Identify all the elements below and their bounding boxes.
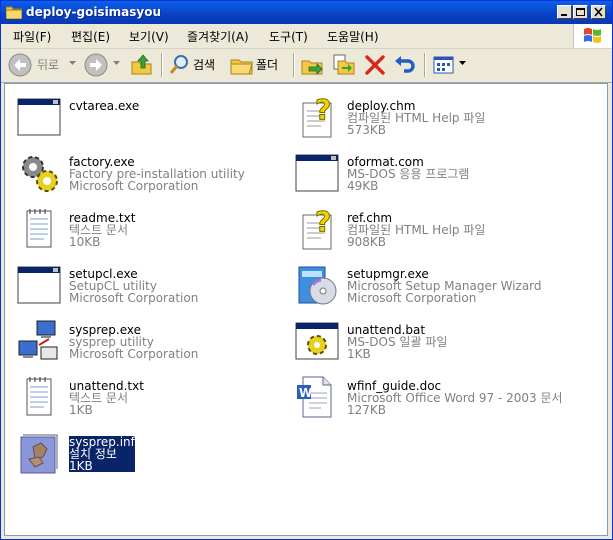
menu-view[interactable]: 보기(V) [129,28,169,45]
notepad-icon [26,209,52,248]
menu-file[interactable]: 파일(F) [13,28,51,45]
windows-logo [573,24,612,48]
file-item-selected[interactable]: sysprep.inf 설치 정보 1KB [9,426,279,480]
title-bar[interactable]: deploy-goisimasyou [1,1,612,24]
svg-text:W: W [299,386,312,400]
svg-text:?: ? [315,205,331,238]
file-size: 10KB [69,235,101,249]
file-item[interactable]: W wfinf_guide.doc Microsoft Office Word … [287,370,563,424]
setup-cd-icon [298,266,337,305]
file-size: 49KB [347,179,379,193]
menu-help[interactable]: 도움말(H) [327,28,379,45]
window-title: deploy-goisimasyou [26,5,162,19]
notepad-icon [26,377,52,416]
file-item[interactable]: unattend.txt 텍스트 문서 1KB [9,370,279,424]
exe-window-icon [17,98,61,136]
network-computers-icon [18,320,58,360]
file-size: 1KB [69,403,93,417]
file-company: Microsoft Corporation [69,179,199,193]
file-item[interactable]: ? deploy.chm 컴파일된 HTML Help 파일 573KB [287,90,557,144]
folders-button-label[interactable]: 폴더 [256,56,278,73]
windows-flag-icon [584,28,601,43]
file-size: 1KB [69,459,93,473]
back-label[interactable]: 뒤로 [37,56,59,73]
explorer-window: deploy-goisimasyou 파일(F) 편집(E) 보기(V) 즐겨찾… [0,0,613,540]
file-size: 908KB [347,235,387,249]
file-item[interactable]: setupcl.exe SetupCL utility Microsoft Co… [9,258,279,312]
toolbar-separator [161,53,162,77]
svg-text:?: ? [315,93,331,126]
batch-gear-icon [295,322,339,360]
maximize-icon [576,8,585,16]
file-company: Microsoft Corporation [69,291,199,305]
word-doc-icon: W [297,376,332,418]
file-item[interactable]: ? ref.chm 컴파일된 HTML Help 파일 908KB [287,202,557,256]
folder-icon [6,6,22,19]
exe-window-icon [17,266,61,304]
toolbar-separator [424,53,425,77]
file-item[interactable]: readme.txt 텍스트 문서 10KB [9,202,279,256]
menu-tools[interactable]: 도구(T) [269,28,308,45]
file-company: Microsoft Corporation [69,347,199,361]
menu-edit[interactable]: 편집(E) [71,28,110,45]
maximize-button[interactable] [573,5,588,19]
file-size: 1KB [347,347,371,361]
minimize-icon [561,14,567,16]
file-item[interactable]: oformat.com MS-DOS 응용 프로그램 49KB [287,146,557,200]
close-button[interactable] [591,5,606,19]
folder-up-icon[interactable] [129,52,155,78]
forward-arrow-icon[interactable] [83,52,109,78]
file-name: cvtarea.exe [69,99,140,113]
file-item[interactable]: sysprep.exe sysprep utility Microsoft Co… [9,314,279,368]
search-button-label[interactable]: 검색 [193,56,215,73]
file-item[interactable]: unattend.bat MS-DOS 일괄 파일 1KB [287,314,557,368]
menu-favorites[interactable]: 즐겨찾기(A) [187,28,249,45]
move-to-icon[interactable] [299,52,325,78]
file-list-view[interactable]: cvtarea.exe ? deploy.chm 컴파일된 HTML Help … [4,83,608,536]
views-icon[interactable] [431,52,457,78]
file-company: Microsoft Corporation [347,291,477,305]
exe-window-icon [295,154,339,192]
file-item[interactable]: factory.exe Factory pre-installation uti… [9,146,279,200]
toolbar-separator [293,53,294,77]
search-icon[interactable] [167,52,193,78]
menu-bar: 파일(F) 편집(E) 보기(V) 즐겨찾기(A) 도구(T) 도움말(H) [1,24,612,49]
back-arrow-icon[interactable] [7,52,33,78]
file-size: 127KB [347,403,387,417]
undo-icon[interactable] [392,52,418,78]
minimize-button[interactable] [557,5,572,19]
chm-help-icon: ? [302,205,332,250]
inf-setup-icon [20,434,58,474]
gears-icon [22,156,58,192]
file-item[interactable]: setupmgr.exe Microsoft Setup Manager Wiz… [287,258,557,312]
close-icon [594,7,603,17]
file-item[interactable]: cvtarea.exe [9,90,279,144]
folders-icon[interactable] [229,52,255,78]
toolbar: 뒤로 검색 폴더 [1,49,612,83]
copy-to-icon[interactable] [330,52,356,78]
delete-icon[interactable] [362,52,388,78]
chm-help-icon: ? [302,93,332,138]
file-size: 573KB [347,123,387,137]
